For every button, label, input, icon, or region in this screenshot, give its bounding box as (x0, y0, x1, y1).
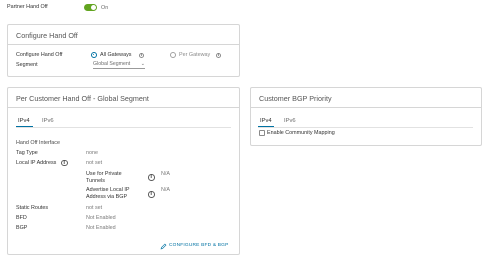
tab-divider (16, 127, 231, 128)
pencil-icon (160, 243, 167, 249)
card-title: Customer BGP Priority (259, 94, 332, 103)
per-customer-hand-off-card: Per Customer Hand Off - Global Segment I… (7, 87, 240, 255)
all-gateways-label[interactable]: All Gateways (100, 52, 131, 58)
tab-ipv4[interactable]: IPv4 (18, 118, 30, 124)
card-title: Configure Hand Off (16, 31, 78, 40)
tab-ipv6[interactable]: IPv6 (284, 118, 296, 124)
partner-hand-off-label: Partner Hand Off (7, 4, 48, 10)
info-icon[interactable]: i (148, 191, 155, 198)
chevron-down-icon: ⌄ (140, 61, 145, 67)
customer-bgp-priority-card: Customer BGP Priority IPv4 IPv6 Enable C… (250, 87, 482, 146)
tab-divider (258, 127, 473, 128)
local-ip-value: not set (86, 160, 103, 166)
tag-type-value: none (86, 150, 98, 156)
toggle-state-text: On (101, 4, 109, 11)
per-gateway-radio[interactable] (170, 52, 176, 58)
card-divider (8, 44, 239, 45)
card-divider (251, 107, 481, 108)
bfd-value: Not Enabled (86, 215, 116, 221)
segment-label: Segment (16, 62, 38, 68)
tab-ipv6[interactable]: IPv6 (42, 118, 54, 124)
static-routes-label: Static Routes (16, 205, 49, 211)
per-gateway-label[interactable]: Per Gateway (179, 52, 210, 58)
info-icon[interactable]: i (216, 53, 221, 58)
section-heading: Hand Off Interface (16, 140, 60, 146)
bgp-label: BGP (16, 225, 28, 231)
use-private-tunnels-label-1: Use for Private (86, 171, 122, 177)
use-private-tunnels-label-2: Tunnels (86, 178, 105, 184)
segment-select-value: Global Segment (93, 61, 131, 67)
toggle-knob (91, 5, 96, 10)
advertise-local-ip-label-2: Address via BGP (86, 194, 128, 200)
info-icon[interactable]: i (148, 174, 155, 181)
advertise-local-ip-label-1: Advertise Local IP (86, 187, 130, 193)
tab-ipv4[interactable]: IPv4 (260, 118, 272, 124)
configure-hand-off-field-label: Configure Hand Off (16, 52, 63, 58)
tag-type-label: Tag Type (16, 150, 38, 156)
bfd-label: BFD (16, 215, 27, 221)
configure-bfd-bgp-label[interactable]: CONFIGURE BFD & BGP (169, 243, 229, 248)
segment-select[interactable]: Global Segment ⌄ (93, 61, 145, 69)
info-icon[interactable]: i (139, 53, 144, 58)
enable-community-mapping-checkbox[interactable] (259, 130, 265, 136)
static-routes-value: not set (86, 205, 103, 211)
enable-community-mapping-label[interactable]: Enable Community Mapping (267, 130, 335, 136)
partner-hand-off-toggle[interactable] (84, 4, 97, 11)
configure-hand-off-card: Configure Hand Off Configure Hand Off Al… (7, 24, 240, 77)
local-ip-label: Local IP Address (16, 160, 57, 166)
info-icon[interactable]: i (61, 159, 68, 166)
use-private-tunnels-value: N/A (161, 171, 170, 177)
all-gateways-radio[interactable] (91, 52, 97, 58)
card-divider (8, 107, 239, 108)
advertise-local-ip-value: N/A (161, 187, 170, 193)
card-title: Per Customer Hand Off - Global Segment (16, 94, 149, 103)
bgp-value: Not Enabled (86, 225, 116, 231)
